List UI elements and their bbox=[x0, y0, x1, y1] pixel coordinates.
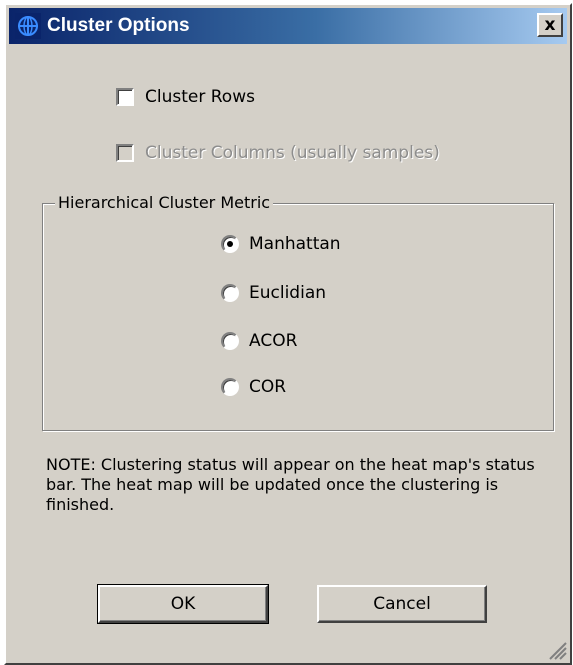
metric-group-label: Hierarchical Cluster Metric bbox=[55, 193, 274, 212]
cluster-columns-option: Cluster Columns (usually samples) bbox=[116, 143, 440, 163]
acor-radio[interactable] bbox=[221, 332, 239, 350]
cluster-rows-checkbox[interactable] bbox=[116, 88, 134, 106]
cluster-rows-option[interactable]: Cluster Rows bbox=[116, 87, 255, 107]
cluster-app-icon bbox=[15, 13, 41, 39]
euclidian-radio[interactable] bbox=[221, 284, 239, 302]
dialog-title: Cluster Options bbox=[47, 15, 190, 36]
cancel-button[interactable]: Cancel bbox=[317, 585, 487, 623]
metric-option-euclidian[interactable]: Euclidian bbox=[221, 283, 326, 303]
euclidian-label: Euclidian bbox=[249, 283, 327, 303]
metric-option-manhattan[interactable]: Manhattan bbox=[221, 234, 341, 254]
metric-groupbox: Hierarchical Cluster Metric Manhattan Eu… bbox=[42, 193, 554, 431]
cluster-columns-checkbox bbox=[116, 144, 134, 162]
metric-option-cor[interactable]: COR bbox=[221, 377, 286, 397]
cor-label: COR bbox=[249, 377, 287, 397]
title-bar[interactable]: Cluster Options x bbox=[9, 8, 567, 44]
clustering-note: NOTE: Clustering status will appear on t… bbox=[46, 455, 535, 514]
ok-button[interactable]: OK bbox=[97, 584, 269, 624]
acor-label: ACOR bbox=[249, 331, 298, 351]
close-icon: x bbox=[544, 14, 556, 35]
cluster-options-dialog: Cluster Options x Cluster Rows Cluster C… bbox=[4, 3, 572, 665]
resize-grip-icon[interactable] bbox=[547, 640, 567, 660]
cor-radio[interactable] bbox=[221, 378, 239, 396]
metric-option-acor[interactable]: ACOR bbox=[221, 331, 297, 351]
cluster-columns-label: Cluster Columns (usually samples) bbox=[145, 143, 440, 163]
cluster-rows-label: Cluster Rows bbox=[145, 87, 255, 107]
close-button[interactable]: x bbox=[537, 13, 563, 37]
manhattan-radio[interactable] bbox=[221, 235, 239, 253]
manhattan-label: Manhattan bbox=[249, 234, 341, 254]
